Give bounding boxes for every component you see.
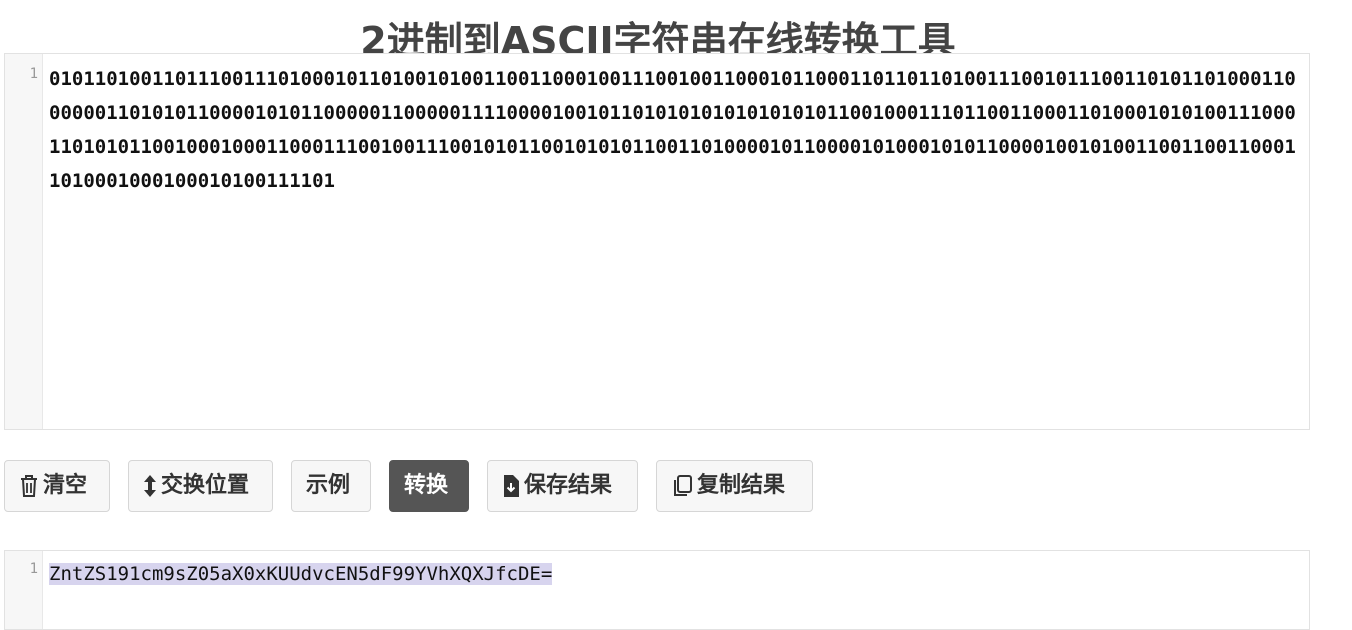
- swap-vertical-icon: [143, 474, 157, 498]
- selected-output-text[interactable]: ZntZS191cm9sZ05aX0xKUUdvcEN5dF99YVhXQXJf…: [49, 563, 553, 585]
- copy-icon: [671, 474, 693, 498]
- line-number: 1: [29, 561, 38, 577]
- line-number: 1: [29, 66, 38, 82]
- example-button-label: 示例: [306, 473, 351, 498]
- example-button[interactable]: 示例: [291, 460, 371, 512]
- file-download-icon: [502, 474, 520, 498]
- clear-button[interactable]: 清空: [4, 460, 110, 512]
- output-code-area[interactable]: ZntZS191cm9sZ05aX0xKUUdvcEN5dF99YVhXQXJf…: [43, 551, 1309, 629]
- convert-button-label: 转换: [404, 473, 449, 498]
- clear-button-label: 清空: [43, 473, 88, 498]
- swap-button[interactable]: 交换位置: [128, 460, 273, 512]
- swap-button-label: 交换位置: [161, 473, 250, 498]
- input-editor[interactable]: 1 01011010011011100111010001011010010100…: [4, 53, 1310, 430]
- output-text[interactable]: ZntZS191cm9sZ05aX0xKUUdvcEN5dF99YVhXQXJf…: [49, 557, 1303, 591]
- output-editor[interactable]: 1 ZntZS191cm9sZ05aX0xKUUdvcEN5dF99YVhXQX…: [4, 550, 1310, 630]
- save-result-button[interactable]: 保存结果: [487, 460, 638, 512]
- convert-button[interactable]: 转换: [389, 460, 469, 512]
- copy-result-button[interactable]: 复制结果: [656, 460, 813, 512]
- trash-icon: [19, 474, 39, 498]
- input-code-area[interactable]: 0101101001101110011101000101101001010011…: [43, 54, 1309, 429]
- output-gutter: 1: [5, 551, 43, 629]
- input-text[interactable]: 0101101001101110011101000101101001010011…: [49, 62, 1303, 198]
- input-gutter: 1: [5, 54, 43, 429]
- save-result-button-label: 保存结果: [524, 473, 613, 498]
- copy-result-button-label: 复制结果: [697, 473, 786, 498]
